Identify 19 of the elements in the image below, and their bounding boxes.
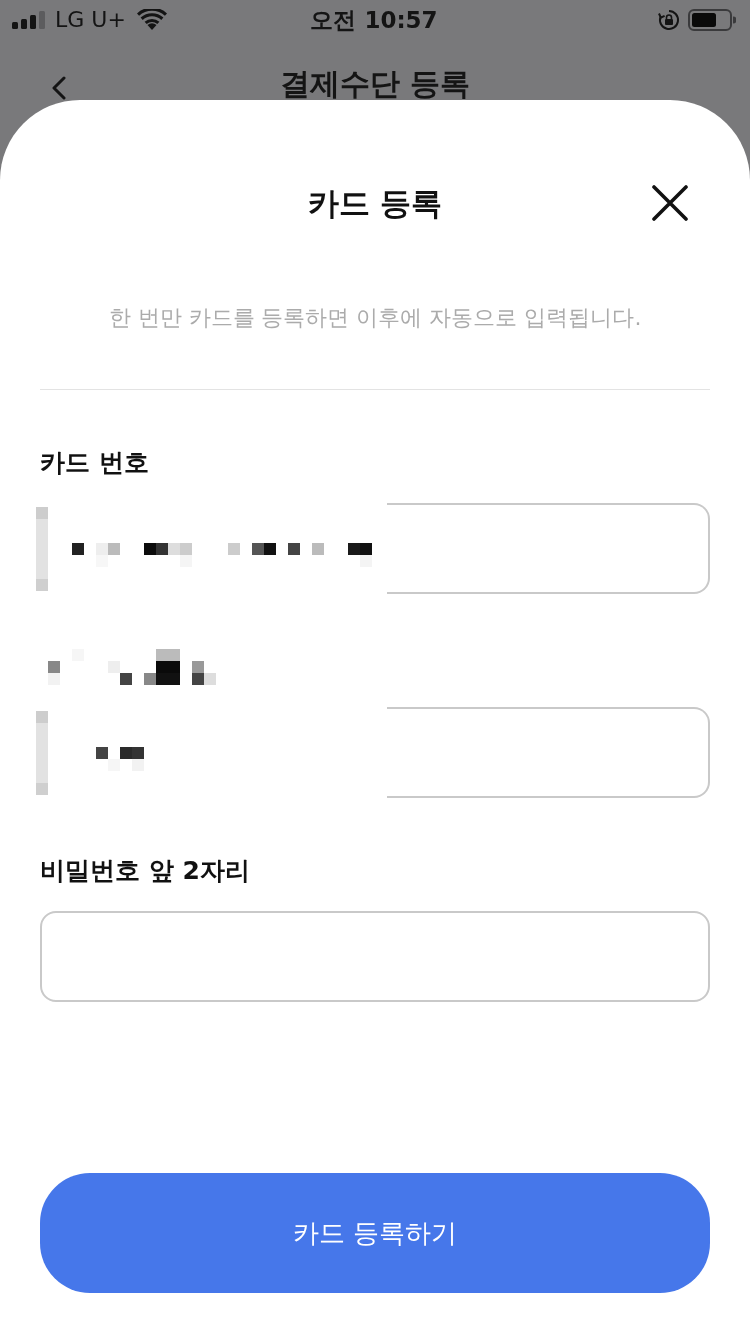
wifi-icon bbox=[136, 9, 167, 31]
sheet-title: 카드 등록 bbox=[307, 184, 443, 223]
rotation-lock-icon bbox=[658, 9, 680, 31]
description-text: 한 번만 카드를 등록하면 이후에 자동으로 입력됩니다. bbox=[107, 304, 643, 332]
carrier-name: LG U+ bbox=[55, 6, 126, 34]
field-label: 카드 번호 bbox=[40, 447, 149, 479]
password-digits-field[interactable] bbox=[40, 911, 710, 1002]
register-card-button[interactable]: 카드 등록하기 bbox=[40, 1173, 710, 1293]
close-icon bbox=[652, 185, 688, 221]
screen-title: 결제수단 등록 bbox=[279, 68, 471, 100]
back-button[interactable] bbox=[52, 76, 66, 100]
signal-icon bbox=[12, 11, 46, 29]
card-number-field[interactable] bbox=[387, 503, 710, 594]
field-label: 비밀번호 앞 2자리 bbox=[40, 855, 250, 887]
clock-time: 오전 10:57 bbox=[310, 6, 438, 35]
battery-icon bbox=[688, 9, 736, 31]
back-icon bbox=[52, 76, 66, 100]
close-button[interactable] bbox=[652, 185, 688, 221]
input-field[interactable] bbox=[387, 707, 710, 798]
